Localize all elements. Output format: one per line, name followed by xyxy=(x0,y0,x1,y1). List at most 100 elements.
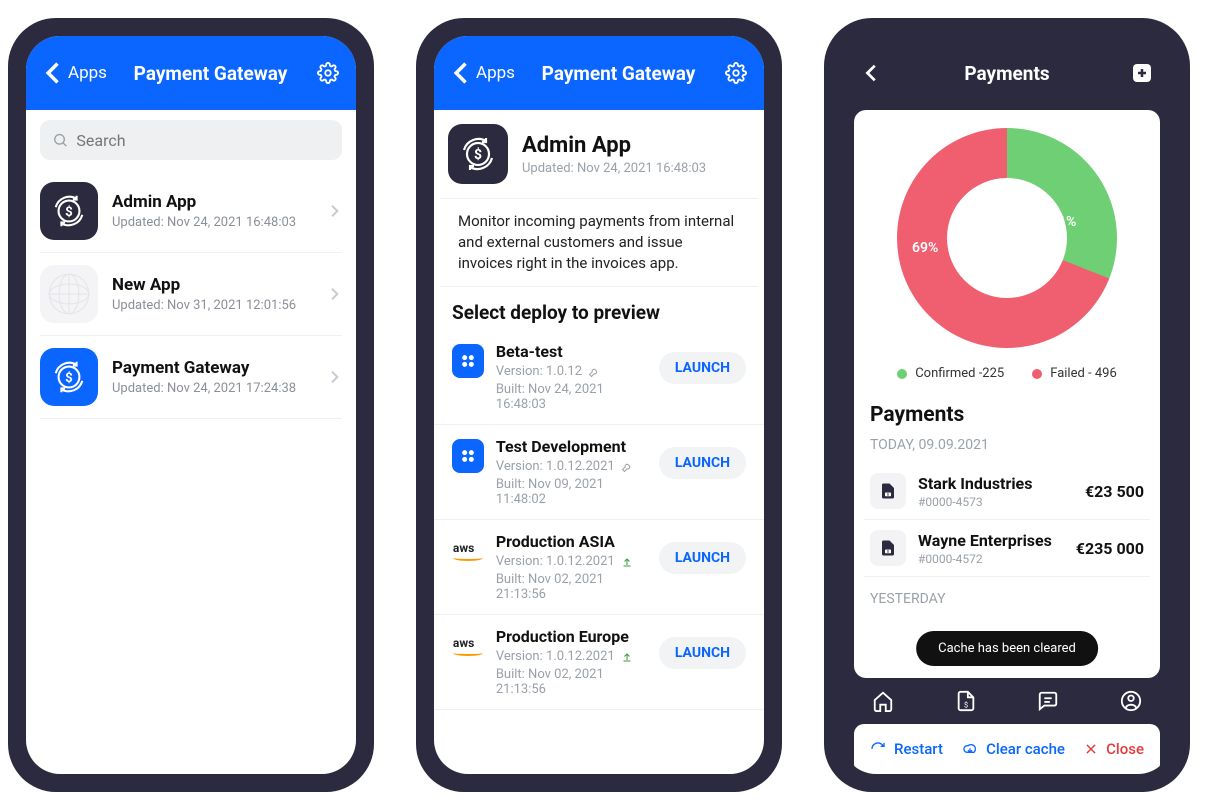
add-button[interactable] xyxy=(1128,59,1156,87)
search-input[interactable] xyxy=(76,131,330,150)
deploy-icon xyxy=(452,344,484,378)
payment-list: $ Stark Industries #0000-4573 €23 500 $ Wayne… xyxy=(864,463,1150,577)
deploy-name: Production ASIA xyxy=(496,532,647,551)
payment-amount: €235 000 xyxy=(1076,539,1144,558)
restart-button[interactable]: Restart xyxy=(870,740,943,758)
settings-button[interactable] xyxy=(314,59,342,87)
tab-profile[interactable] xyxy=(1111,690,1151,712)
app-icon xyxy=(40,265,98,323)
invoice-icon: $ xyxy=(955,690,977,712)
chevron-left-icon xyxy=(40,59,68,87)
app-icon: $ xyxy=(448,124,508,184)
payment-name: Wayne Enterprises xyxy=(918,531,1052,550)
deploy-row: Beta-testVersion: 1.0.12 Built: Nov 24, … xyxy=(434,330,764,425)
clear-cache-button[interactable]: Clear cache xyxy=(962,740,1065,758)
gear-icon xyxy=(317,62,339,84)
deploy-version: Version: 1.0.12.2021 xyxy=(496,649,647,664)
deploy-name: Test Development xyxy=(496,437,647,456)
close-icon xyxy=(1084,742,1098,756)
chevron-right-icon xyxy=(326,286,342,302)
svg-text:$: $ xyxy=(887,549,889,554)
phone-payments: Payments 69% 31% Confirmed -225 Failed -… xyxy=(824,18,1190,792)
payment-id: #0000-4572 xyxy=(918,552,1052,566)
chevron-right-icon xyxy=(326,203,342,219)
aws-icon: aws xyxy=(453,637,483,656)
payments-card: 69% 31% Confirmed -225 Failed - 496 Paym… xyxy=(854,110,1160,678)
payment-row[interactable]: $ Wayne Enterprises #0000-4572 €235 000 xyxy=(864,520,1150,577)
payment-amount: €23 500 xyxy=(1085,482,1144,501)
back-label: Apps xyxy=(68,63,107,83)
cloud-down-icon xyxy=(962,741,978,757)
deploy-name: Production Europe xyxy=(496,627,647,646)
launch-button[interactable]: LAUNCH xyxy=(659,542,746,574)
search-field[interactable] xyxy=(40,120,342,160)
launch-button[interactable]: LAUNCH xyxy=(659,352,746,384)
app-row[interactable]: $Payment GatewayUpdated: Nov 24, 2021 17… xyxy=(40,336,342,419)
close-label: Close xyxy=(1106,740,1144,758)
upload-icon xyxy=(621,651,633,663)
tab-invoices[interactable]: $ xyxy=(946,690,986,712)
dollar-cycle-icon: $ xyxy=(50,358,88,396)
deploy-row: aws Production Europe Version: 1.0.12.2021… xyxy=(434,615,764,710)
date-yesterday: YESTERDAY xyxy=(870,591,1144,607)
back-button[interactable]: Apps xyxy=(40,59,107,87)
header: Apps Payment Gateway xyxy=(434,36,764,110)
user-icon xyxy=(1120,690,1142,712)
legend-label: Failed - 496 xyxy=(1050,366,1117,381)
app-name: Admin App xyxy=(522,133,706,158)
app-row[interactable]: $Admin AppUpdated: Nov 24, 2021 16:48:03 xyxy=(40,170,342,253)
app-icon: $ xyxy=(40,348,98,406)
legend-label: Confirmed -225 xyxy=(915,366,1004,381)
dollar-cycle-icon: $ xyxy=(50,192,88,230)
deploy-version: Version: 1.0.12.2021 xyxy=(496,554,647,569)
app-icon: $ xyxy=(40,182,98,240)
launch-button[interactable]: LAUNCH xyxy=(659,637,746,669)
header-title: Payment Gateway xyxy=(113,62,308,85)
gear-icon xyxy=(725,62,747,84)
deploy-version: Version: 1.0.12.2021 xyxy=(496,459,647,474)
header-title: Payments xyxy=(886,62,1128,85)
app-description: Monitor incoming payments from internal … xyxy=(440,198,758,287)
chevron-left-icon xyxy=(861,62,883,84)
payments-section-title: Payments xyxy=(870,403,1144,427)
refresh-icon xyxy=(870,741,886,757)
deploy-built: Built: Nov 09, 2021 11:48:02 xyxy=(496,477,647,507)
invoice-icon: $ xyxy=(870,530,906,566)
header-title: Payment Gateway xyxy=(521,62,716,85)
chart-label-confirmed: 31% xyxy=(1050,214,1076,230)
app-updated: Updated: Nov 31, 2021 12:01:56 xyxy=(112,298,296,313)
app-row[interactable]: New App Updated: Nov 31, 2021 12:01:56 xyxy=(40,253,342,336)
settings-button[interactable] xyxy=(722,59,750,87)
launch-button[interactable]: LAUNCH xyxy=(659,447,746,479)
date-today: TODAY, 09.09.2021 xyxy=(870,437,1144,453)
payment-id: #0000-4573 xyxy=(918,495,1032,509)
deploy-row: aws Production ASIA Version: 1.0.12.2021 B… xyxy=(434,520,764,615)
back-button[interactable]: Apps xyxy=(448,59,515,87)
aws-icon: aws xyxy=(453,542,483,561)
legend-confirmed: Confirmed -225 xyxy=(897,366,1004,381)
payment-name: Stark Industries xyxy=(918,474,1032,493)
chevron-left-icon xyxy=(448,59,476,87)
tab-bar: $ xyxy=(842,678,1172,724)
deploy-row: Test Development Version: 1.0.12.2021 Bui… xyxy=(434,425,764,520)
phone-app-list: Apps Payment Gateway $Admin AppUpdated: … xyxy=(8,18,374,792)
app-summary: $ Admin App Updated: Nov 24, 2021 16:48:… xyxy=(434,110,764,198)
chat-icon xyxy=(1037,690,1059,712)
app-name: New App xyxy=(112,275,296,295)
action-bar: Restart Clear cache Close xyxy=(854,724,1160,774)
svg-text:$: $ xyxy=(474,146,482,163)
app-list: $Admin AppUpdated: Nov 24, 2021 16:48:03… xyxy=(26,170,356,419)
dollar-cycle-icon: $ xyxy=(458,134,498,174)
back-button[interactable] xyxy=(858,59,886,87)
toast: Cache has been cleared xyxy=(916,631,1098,666)
app-updated: Updated: Nov 24, 2021 17:24:38 xyxy=(112,381,296,396)
deploy-built: Built: Nov 02, 2021 21:13:56 xyxy=(496,572,647,602)
chart-legend: Confirmed -225 Failed - 496 xyxy=(897,366,1117,381)
payment-row[interactable]: $Stark Industries#0000-4573€23 500 xyxy=(864,463,1150,520)
upload-icon xyxy=(621,556,633,568)
deploy-built: Built: Nov 02, 2021 21:13:56 xyxy=(496,667,647,697)
tab-home[interactable] xyxy=(863,690,903,712)
tab-chat[interactable] xyxy=(1028,690,1068,712)
grid-icon xyxy=(458,351,478,371)
close-button[interactable]: Close xyxy=(1084,740,1144,758)
